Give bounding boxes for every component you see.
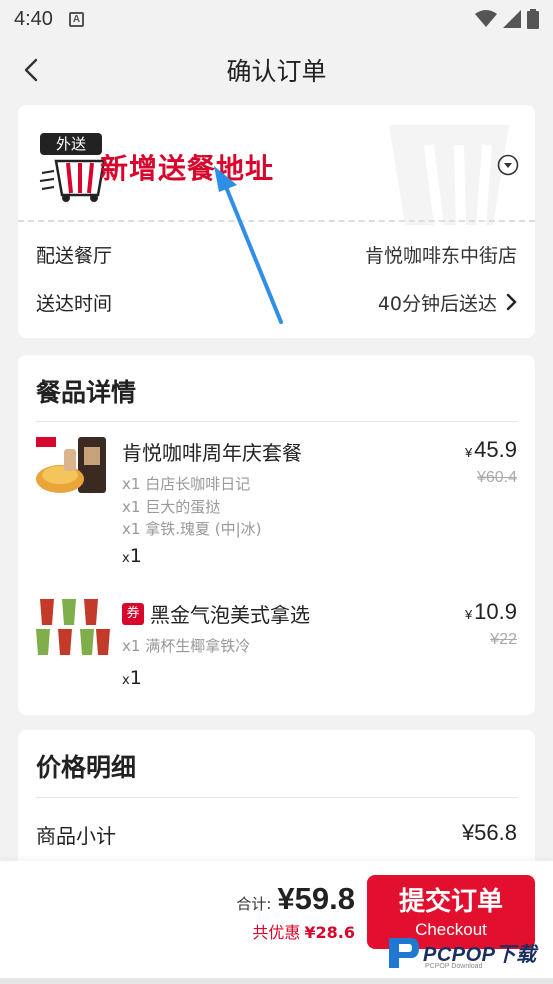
product-subitem: x1 巨大的蛋挞 [122,497,221,516]
delivery-time-value-wrap: 40分钟后送达 [378,289,517,316]
status-icons [475,9,539,29]
battery-icon [527,9,539,29]
discount-line: 共优惠 ¥28.6 [236,919,355,943]
restaurant-value: 肯悦咖啡东中街店 [364,244,517,267]
product-subitems: x1 满杯生椰拿铁冷 [122,635,250,658]
discount-value: ¥28.6 [304,923,355,942]
status-bar: 4:40 A [0,0,553,38]
product-price: ¥10.9 [465,599,517,625]
divider [36,421,517,422]
price-title: 价格明细 [36,753,137,782]
total-value: ¥59.8 [277,881,355,916]
pcpop-watermark: PCPOP下载 PCPOP Download [383,932,553,978]
quantity-value: 1 [129,545,142,567]
product-subitem: x1 拿铁.瑰夏 (中|冰) [122,520,262,538]
product-subitem: x1 白店长咖啡日记 [122,475,251,493]
discount-label: 共优惠 [252,923,301,942]
items-title: 餐品详情 [36,378,137,407]
restaurant-label: 配送餐厅 [36,244,113,267]
chevron-down-circle-icon[interactable] [497,154,519,176]
price-symbol: ¥ [464,607,473,622]
divider [36,797,517,798]
price-value: 10.9 [474,599,517,624]
delivery-time-label: 送达时间 [36,292,113,315]
product-name: 黑金气泡美式拿选 [150,603,310,627]
watermark-subtext: PCPOP Download [425,963,483,970]
product-item[interactable]: 肯悦咖啡周年庆套餐 x1 白店长咖啡日记 x1 巨大的蛋挞 x1 拿铁.瑰夏 (… [34,433,517,573]
items-card: 餐品详情 肯悦咖啡周年庆套餐 x1 白店长咖啡日记 x1 巨大的蛋挞 x1 拿铁… [18,355,535,715]
quantity-value: 1 [129,667,142,689]
subtotal-value: ¥56.8 [461,820,517,845]
signal-icon [503,10,521,28]
combo-product-image [36,437,106,493]
product-item[interactable]: 券 黑金气泡美式拿选 x1 满杯生椰拿铁冷 x1 ¥10.9 ¥22 [34,595,517,695]
system-nav-strip [0,978,553,984]
nav-bar: 确认订单 [0,38,553,102]
product-original-price: ¥60.4 [476,469,517,486]
product-name-wrap: 肯悦咖啡周年庆套餐 [122,437,302,466]
add-address-label[interactable]: 新增送餐地址 [100,147,274,187]
product-subitems: x1 白店长咖啡日记 x1 巨大的蛋挞 x1 拿铁.瑰夏 (中|冰) [122,473,261,541]
product-quantity: x1 [122,667,142,689]
total-line: 合计: ¥59.8 [236,881,355,917]
product-name-wrap: 券 黑金气泡美式拿选 [122,599,310,628]
product-quantity: x1 [122,545,142,567]
restaurant-row: 配送餐厅 肯悦咖啡东中街店 [36,239,517,269]
page-title: 确认订单 [226,57,327,86]
product-subitem: x1 满杯生椰拿铁冷 [122,637,251,655]
add-address-row[interactable]: 外送 新增送餐地址 [18,105,535,220]
delivery-time-value: 40分钟后送达 [377,292,497,315]
delivery-time-row[interactable]: 送达时间 40分钟后送达 [36,287,517,317]
total-label: 合计: [236,895,272,913]
price-value: 45.9 [474,437,517,462]
delivery-bucket-icon [39,159,106,202]
price-details-card: 价格明细 商品小计 ¥56.8 [18,730,535,870]
total-block: 合计: ¥59.8 共优惠 ¥28.6 [236,881,355,943]
product-name: 肯悦咖啡周年庆套餐 [122,441,302,465]
quantity-x: x [122,673,130,688]
subtotal-label: 商品小计 [36,824,116,848]
submit-label: 提交订单 [398,887,503,917]
coffee-cups-image [36,599,110,655]
chevron-left-icon[interactable] [18,56,46,84]
subtotal-row: 商品小计 ¥56.8 [36,820,517,849]
product-original-price: ¥22 [490,631,517,648]
delivery-badge: 外送 [40,133,102,155]
notification-a-icon: A [68,11,84,27]
status-time: 4:40 [14,7,53,30]
coupon-tag: 券 [122,602,144,625]
wifi-icon [475,10,497,27]
product-price: ¥45.9 [465,437,517,463]
delivery-card: 外送 新增送餐地址 配送餐厅 肯悦咖啡东中街店 送达时间 40分钟后送达 [18,105,535,338]
quantity-x: x [122,551,130,566]
price-symbol: ¥ [464,445,473,460]
dashed-divider [18,220,535,222]
chevron-right-icon [506,293,517,311]
pcpop-logo-icon [389,938,419,968]
